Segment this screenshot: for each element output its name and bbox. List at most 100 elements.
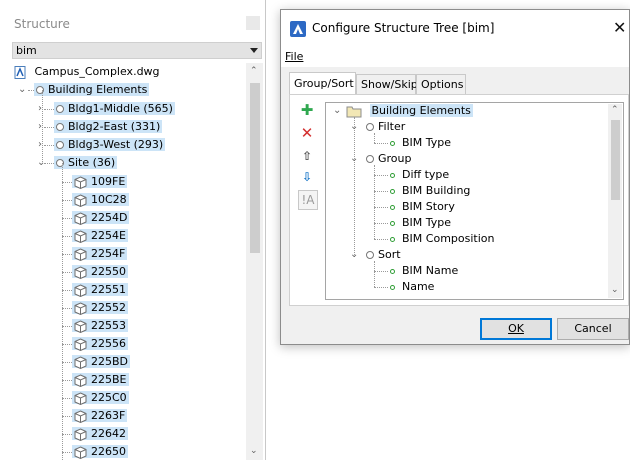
leaf-label: BIM Type: [402, 136, 452, 149]
scroll-down-icon[interactable]: ⌄: [611, 285, 619, 295]
cube-icon: [74, 337, 87, 351]
tree-node-building[interactable]: Bldg3-West (293): [54, 136, 166, 154]
tree-site-item[interactable]: 2254F: [72, 245, 128, 263]
config-node-group[interactable]: Group: [366, 151, 412, 167]
config-leaf[interactable]: BIM Building: [390, 183, 470, 199]
tree-site-item[interactable]: 109FE: [72, 173, 128, 191]
cube-icon: [74, 301, 87, 315]
leaf-label: Diff type: [402, 168, 450, 181]
tree-site-item[interactable]: 22556: [72, 335, 128, 353]
tab-group-sort[interactable]: Group/Sort: [289, 72, 356, 94]
leaf-label: BIM Name: [402, 264, 459, 277]
collapse-arrow-icon[interactable]: ⌄: [350, 250, 358, 260]
config-node-sort[interactable]: Sort: [366, 247, 401, 263]
tab-show-skip[interactable]: Show/Skip: [356, 74, 418, 94]
cancel-label: Cancel: [574, 322, 612, 335]
green-dot-icon: [390, 172, 395, 178]
cancel-button[interactable]: Cancel: [557, 318, 629, 340]
chevron-down-icon[interactable]: [250, 48, 258, 53]
item-label: 22650: [91, 445, 126, 458]
cube-icon: [74, 193, 87, 207]
green-dot-icon: [390, 140, 395, 146]
scroll-down-icon[interactable]: ⌄: [250, 446, 258, 456]
config-node-building-elements[interactable]: Building Elements: [346, 103, 473, 119]
item-label: 2254D: [91, 211, 128, 224]
green-dot-icon: [390, 204, 395, 210]
config-leaf[interactable]: BIM Type: [390, 215, 451, 231]
cube-icon: [74, 373, 87, 387]
node-label: Bldg2-East (331): [68, 120, 161, 133]
green-dot-icon: [390, 188, 395, 194]
tree-site-item[interactable]: 2254E: [72, 227, 128, 245]
tree-site-item[interactable]: 2254D: [72, 209, 130, 227]
circle-node-icon: [366, 123, 374, 131]
item-label: 2254F: [91, 247, 126, 260]
collapse-arrow-icon[interactable]: ⌄: [350, 122, 358, 132]
green-dot-icon: [390, 220, 395, 226]
tree-site-item[interactable]: 225C0: [72, 389, 129, 407]
x-icon[interactable]: ✕: [298, 124, 316, 142]
tree-root-file[interactable]: Campus_Complex.dwg: [14, 63, 160, 81]
tree-site-item[interactable]: 225BE: [72, 371, 129, 389]
panel-close-button[interactable]: [246, 16, 260, 30]
arrow-down-icon[interactable]: ⇩: [298, 168, 316, 186]
node-label: Filter: [378, 120, 406, 133]
cube-icon: [74, 265, 87, 279]
structure-config-combo[interactable]: bim: [12, 42, 262, 59]
dialog-title: Configure Structure Tree [bim]: [312, 21, 495, 35]
tab-options[interactable]: Options: [416, 74, 466, 94]
config-leaf[interactable]: BIM Name: [390, 263, 458, 279]
config-leaf[interactable]: Name: [390, 279, 434, 295]
collapse-arrow-icon[interactable]: ⌄: [18, 85, 26, 95]
node-label: Building Elements: [369, 104, 473, 117]
collapse-arrow-icon[interactable]: ⌄: [333, 106, 341, 116]
tree-node-building-elements[interactable]: Building Elements: [34, 81, 150, 99]
root-file-label: Campus_Complex.dwg: [34, 65, 160, 78]
tree-site-item[interactable]: 225BD: [72, 353, 131, 371]
ok-button[interactable]: OK: [480, 318, 552, 340]
cube-icon: [74, 211, 87, 225]
cube-icon: [74, 319, 87, 333]
config-leaf[interactable]: BIM Type: [390, 135, 451, 151]
config-tree[interactable]: ⌄ Building Elements ⌄ Filter BIM Type ⌄ …: [325, 102, 624, 300]
item-label: 22550: [91, 265, 126, 278]
config-leaf[interactable]: Diff type: [390, 167, 449, 183]
node-label: Bldg1-Middle (565): [68, 102, 173, 115]
item-label: 10C28: [91, 193, 127, 206]
tree-site-item[interactable]: 22642: [72, 425, 128, 443]
tree-site-item[interactable]: 10C28: [72, 191, 129, 209]
collapse-arrow-icon[interactable]: ⌄: [350, 154, 358, 164]
tree-site-item[interactable]: 22552: [72, 299, 128, 317]
node-label: Building Elements: [48, 83, 148, 96]
structure-panel: Structure bim Campus_Complex.dwg ⌄ Build…: [0, 0, 266, 460]
tree-node-building[interactable]: Bldg1-Middle (565): [54, 100, 175, 118]
cube-icon: [74, 229, 87, 243]
tree-site-item[interactable]: 2263F: [72, 407, 128, 425]
item-label: 2263F: [91, 409, 126, 422]
tree-site-item[interactable]: 22553: [72, 317, 128, 335]
tree-site-item[interactable]: 22650: [72, 443, 128, 460]
item-label: 22551: [91, 283, 126, 296]
tree-node-building[interactable]: Bldg2-East (331): [54, 118, 163, 136]
circle-node-icon: [366, 251, 374, 259]
config-leaf[interactable]: BIM Story: [390, 199, 455, 215]
config-node-filter[interactable]: Filter: [366, 119, 405, 135]
structure-tree[interactable]: Campus_Complex.dwg ⌄ Building Elements ›…: [12, 63, 246, 460]
tree-site-item[interactable]: 22551: [72, 281, 128, 299]
text-A-icon[interactable]: !A: [298, 190, 318, 210]
config-leaf[interactable]: BIM Composition: [390, 231, 494, 247]
scrollbar-thumb[interactable]: [250, 83, 260, 253]
scrollbar-thumb[interactable]: [611, 120, 620, 200]
close-icon[interactable]: ✕: [613, 18, 626, 37]
plus-icon[interactable]: ✚: [298, 101, 316, 119]
scroll-up-icon[interactable]: ⌃: [611, 105, 619, 115]
circle-node-icon: [56, 141, 64, 149]
tree-node-site[interactable]: Site (36): [54, 154, 118, 172]
tree-site-item[interactable]: 22550: [72, 263, 128, 281]
scroll-up-icon[interactable]: ⌃: [250, 66, 258, 76]
arrow-up-icon[interactable]: ⇧: [298, 147, 316, 165]
item-label: 225C0: [91, 391, 127, 404]
cube-icon: [74, 427, 87, 441]
item-label: 22556: [91, 337, 126, 350]
menu-file[interactable]: File: [285, 50, 303, 63]
